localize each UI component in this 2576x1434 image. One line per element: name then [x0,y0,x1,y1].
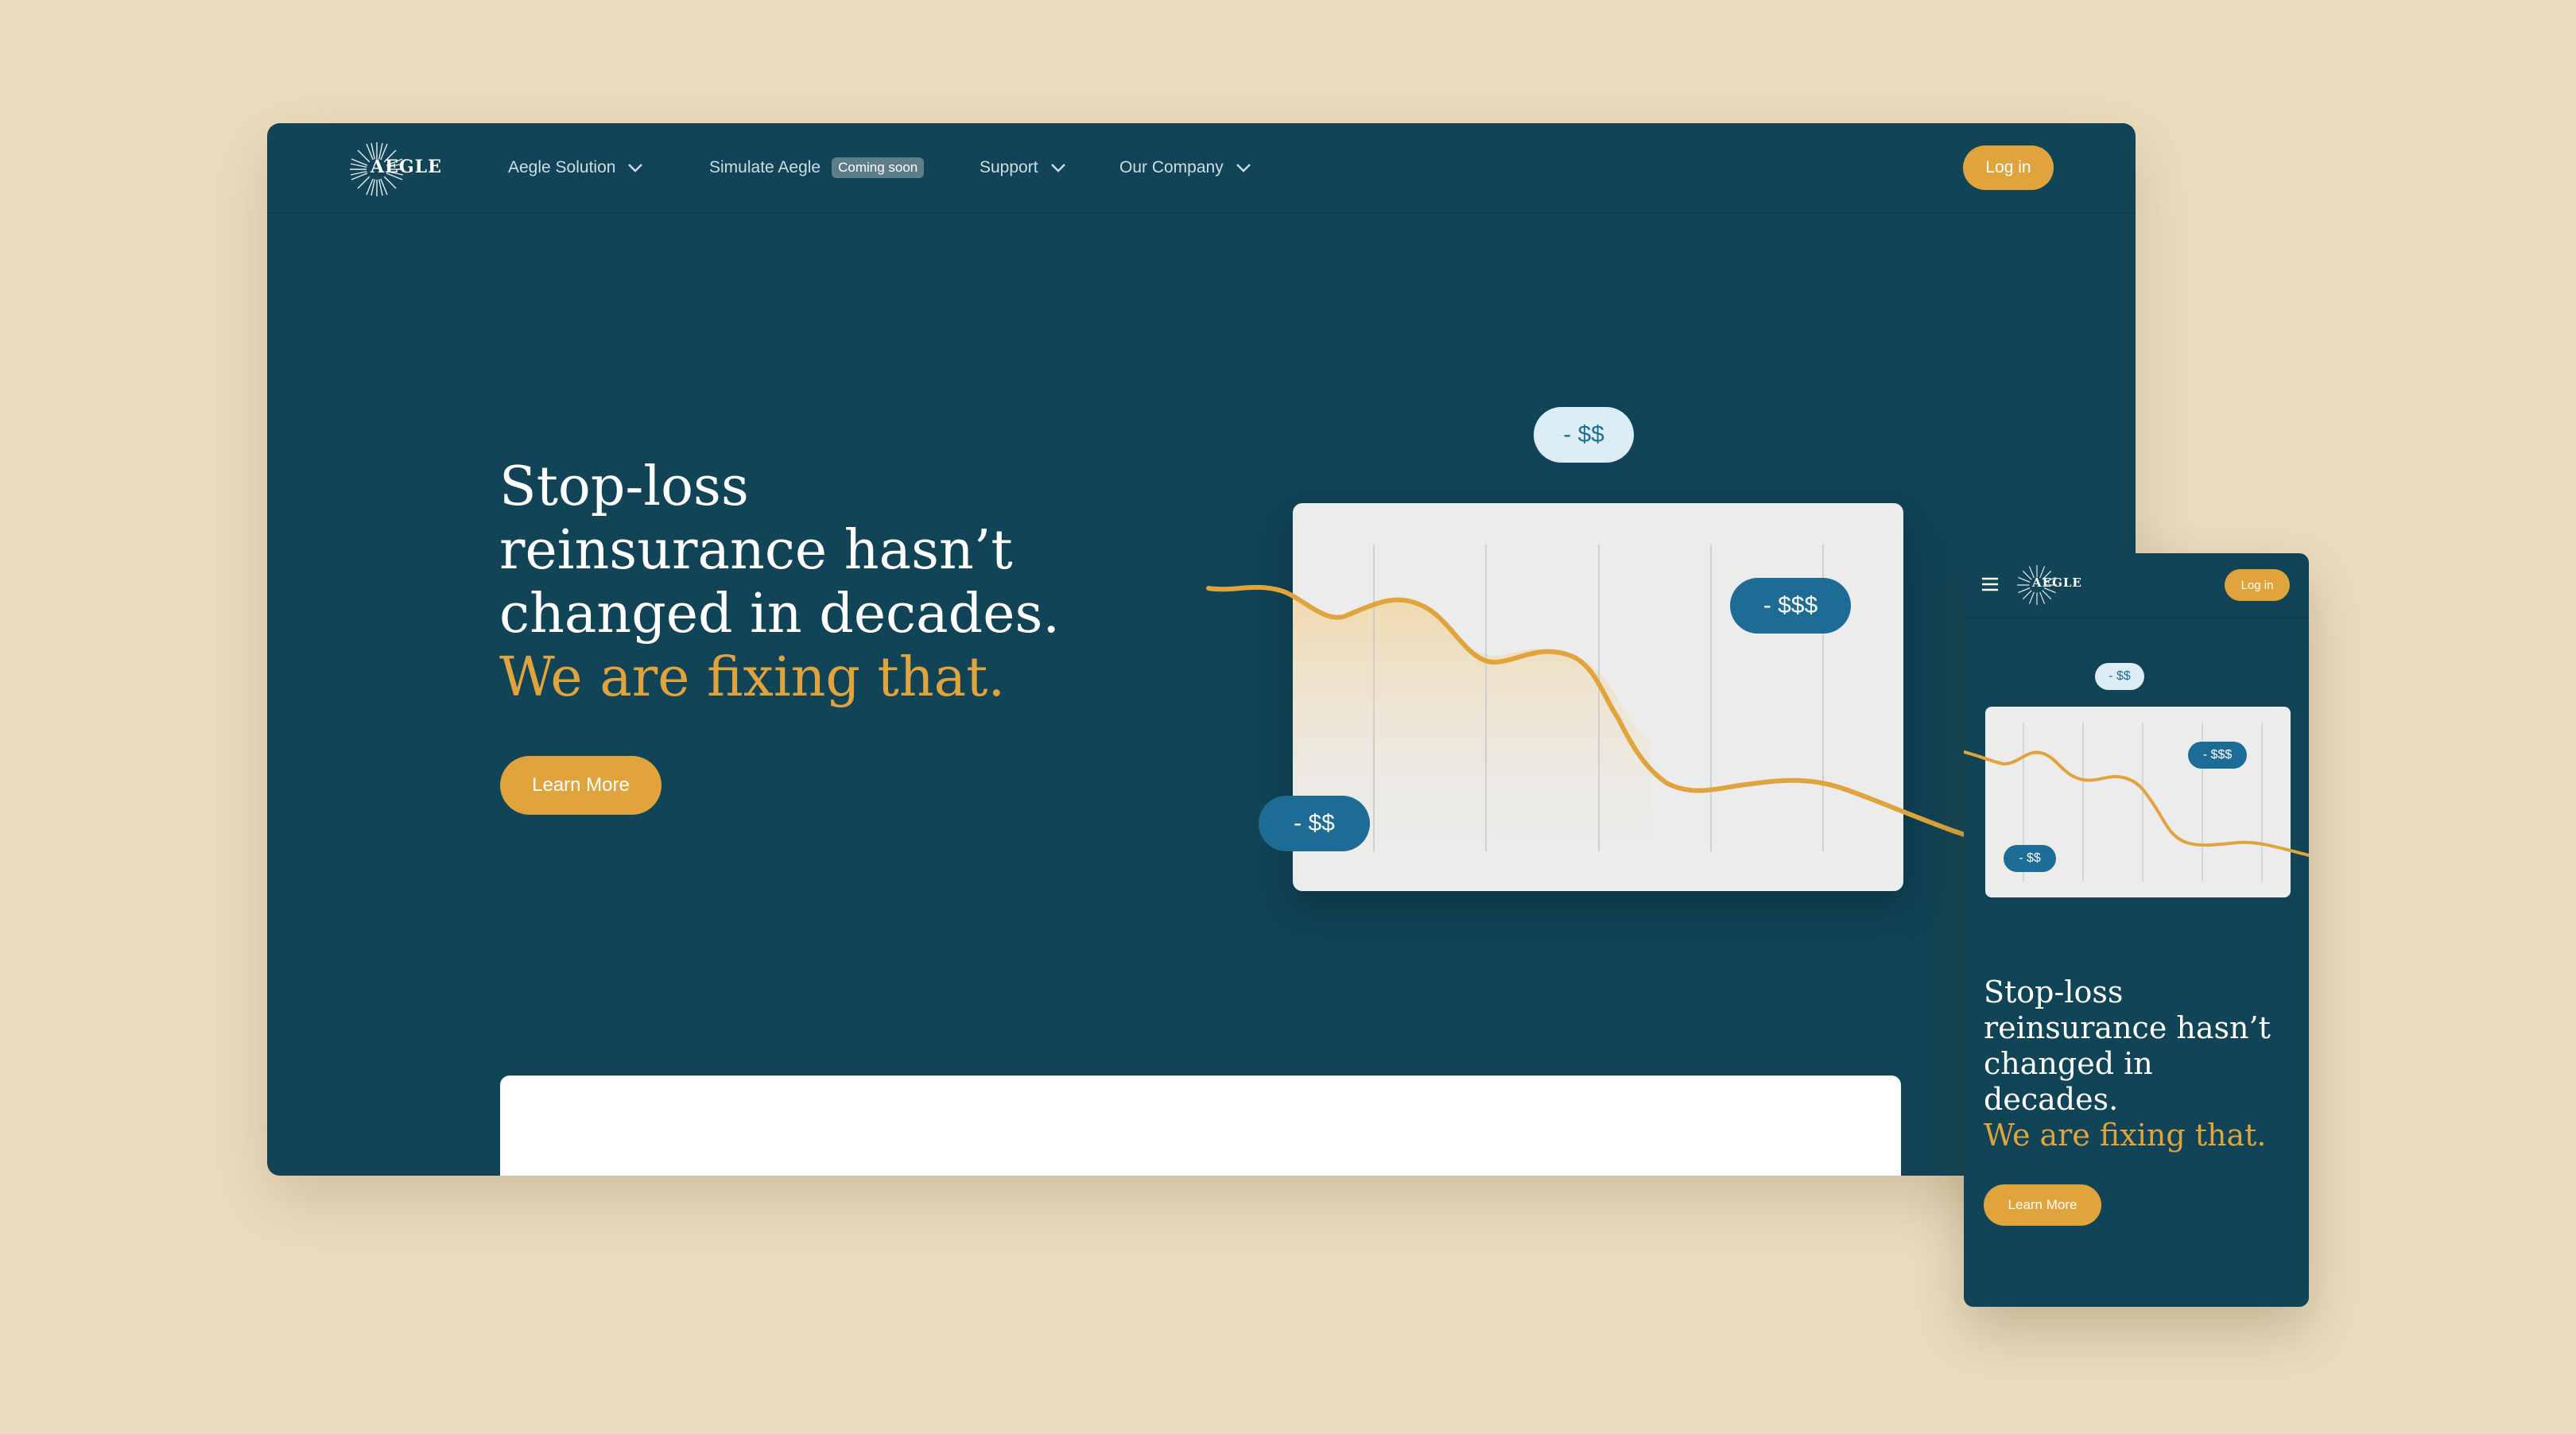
hero-title-line: changed in [1984,1046,2153,1081]
content-card [500,1076,1901,1176]
hero-title-line: decades. [1984,1082,2119,1117]
hero-accent-line: We are fixing that. [1984,1118,2267,1153]
mobile-mockup: AEGLE Log in - $$ - $$$ - $$ Stop-loss r… [1964,553,2309,1307]
hero-title-line: Stop-loss [1984,975,2124,1010]
hero-title-line: reinsurance hasn’t [1984,1010,2271,1045]
trend-line [1206,584,2136,885]
price-pill-right: - $$$ [1730,578,1851,634]
mobile-price-pill-left: - $$ [2004,845,2056,872]
price-pill-left: - $$ [1259,796,1370,851]
mobile-price-pill-right: - $$$ [2188,742,2247,769]
mobile-learn-more-button[interactable]: Learn More [1984,1184,2101,1226]
mobile-hero-title: Stop-loss reinsurance hasn’t changed in … [1984,975,2294,1153]
mobile-price-pill-top: - $$ [2095,663,2144,690]
desktop-mockup: AEGLE Aegle Solution Simulate Aegle Comi… [267,123,2136,1176]
price-pill-top: - $$ [1534,407,1634,463]
